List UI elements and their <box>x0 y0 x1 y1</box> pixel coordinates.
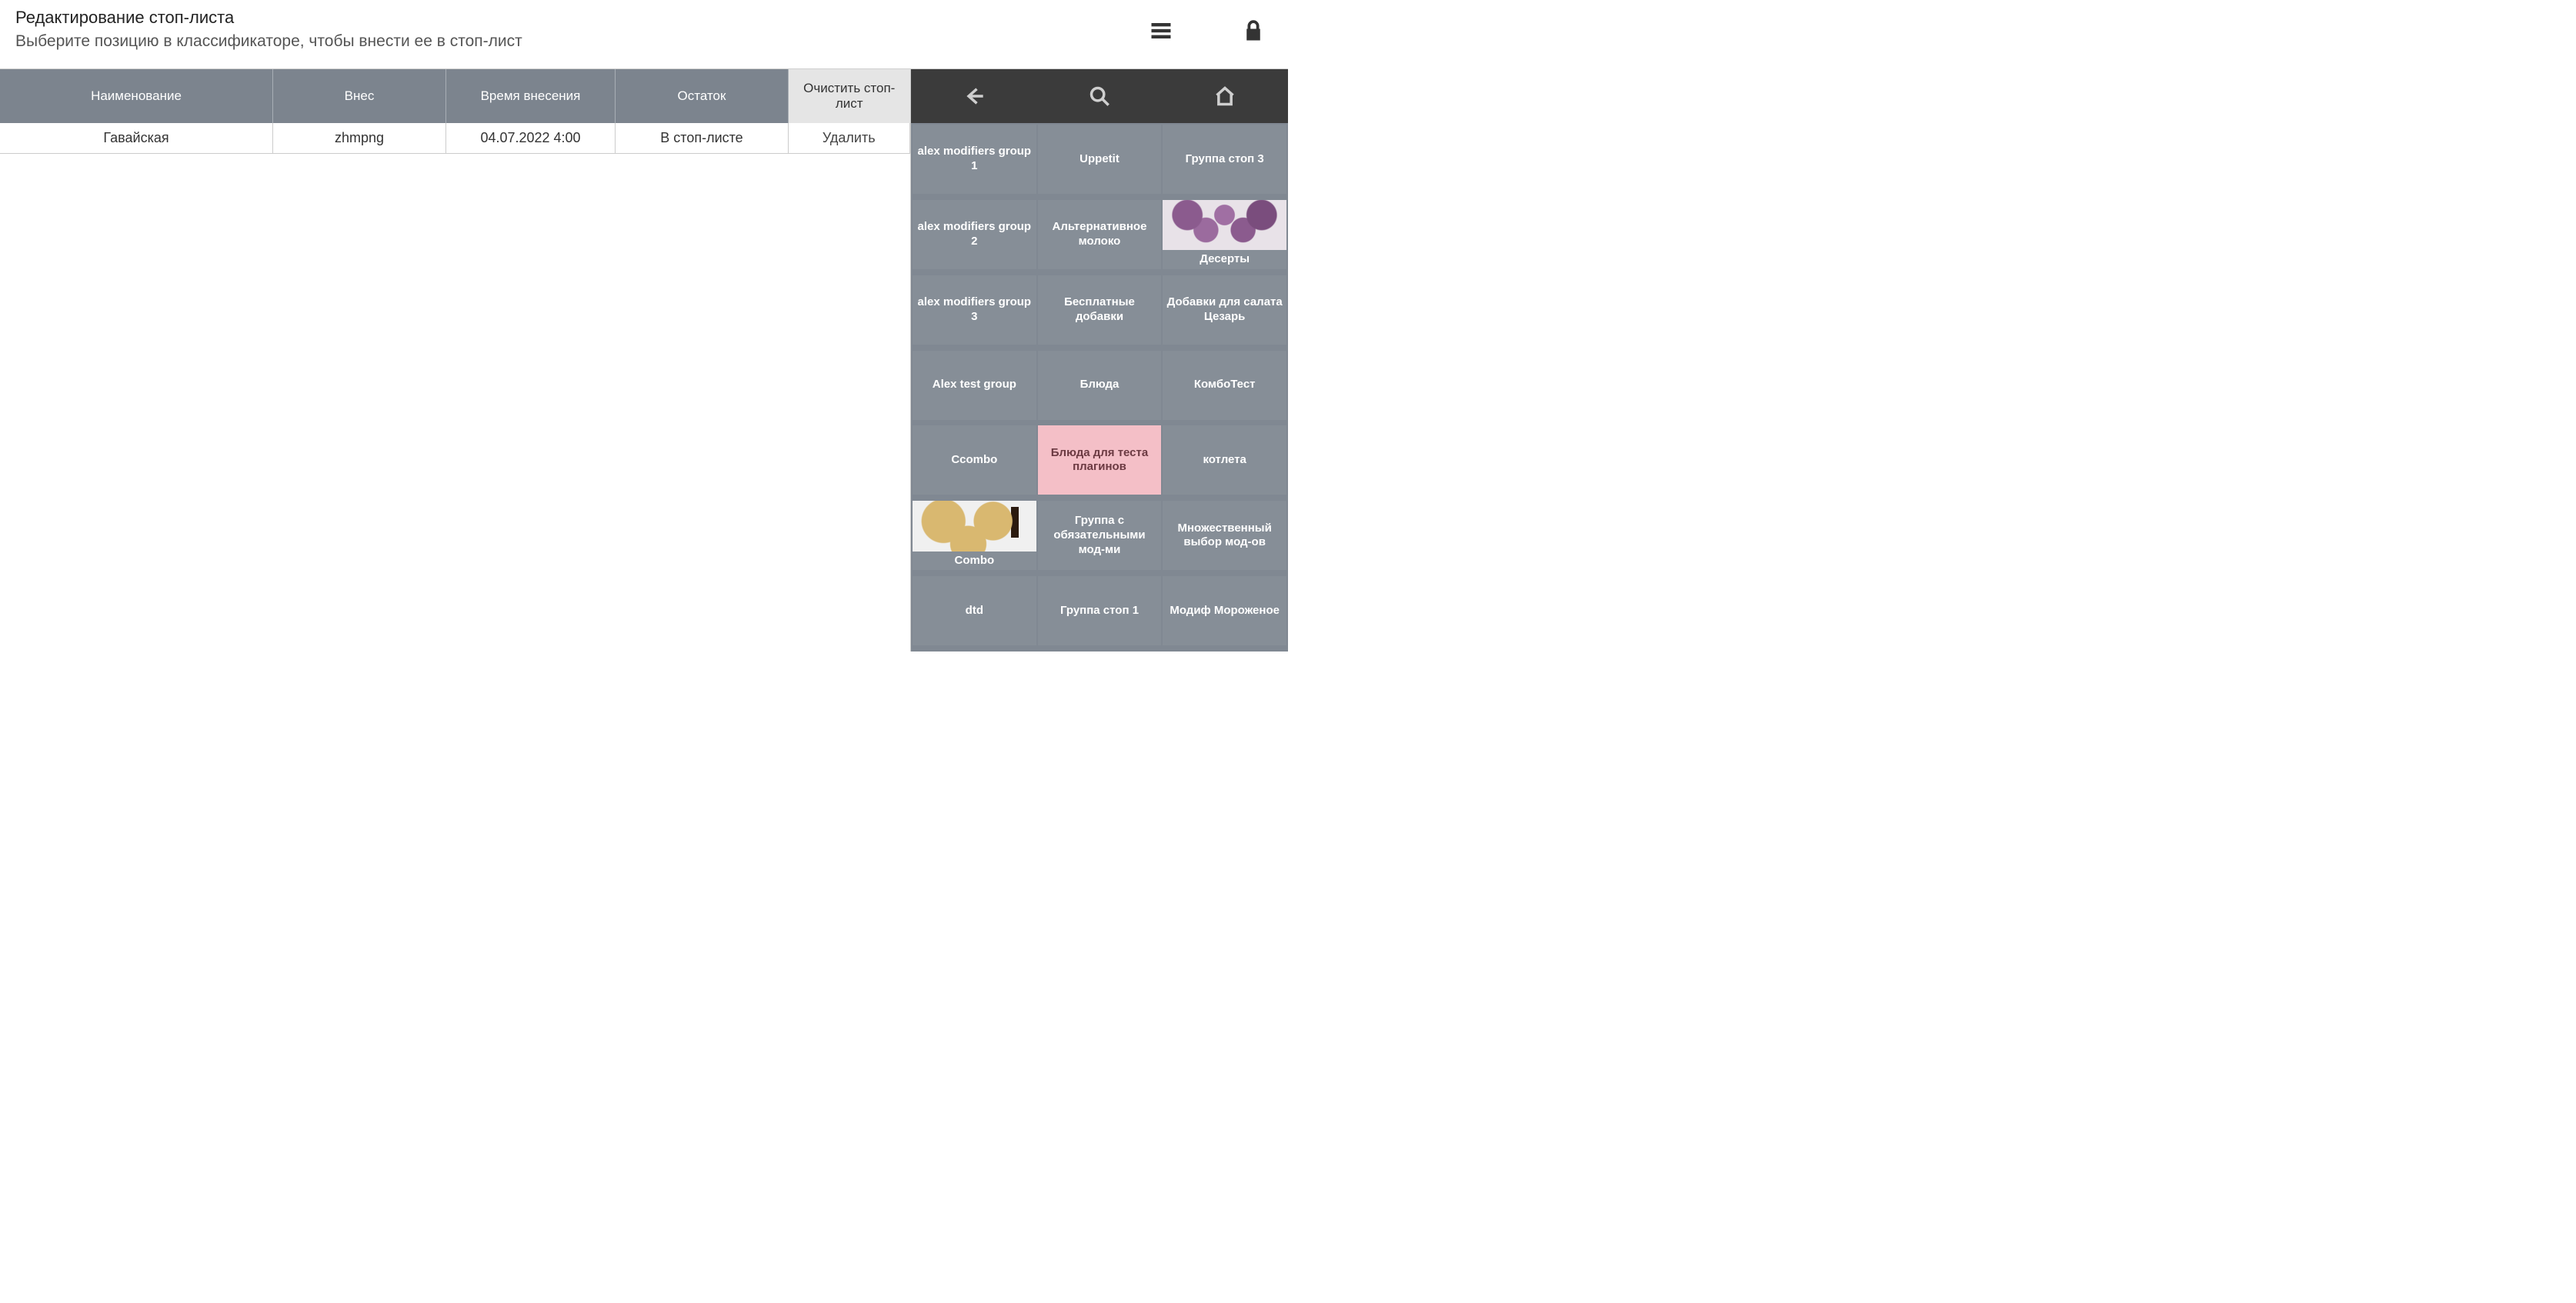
column-header-stock: Остаток <box>616 69 789 123</box>
category-item[interactable]: Uppetit <box>1038 125 1162 194</box>
search-icon[interactable] <box>1036 69 1162 123</box>
category-item[interactable]: Множественный выбор мод-ов <box>1163 501 1286 570</box>
category-label: Блюда <box>1080 378 1119 392</box>
category-item[interactable]: Бесплатные добавки <box>1038 275 1162 345</box>
page-title: Редактирование стоп-листа <box>15 8 522 28</box>
category-label: Группа стоп 1 <box>1060 604 1139 618</box>
category-panel: alex modifiers group 1 Uppetit Группа стоп… <box>911 69 1288 652</box>
delete-button[interactable]: Удалить <box>789 123 910 153</box>
category-label: Uppetit <box>1079 152 1119 167</box>
category-label: Группа с обязательными мод-ми <box>1042 514 1158 557</box>
category-label: Группа стоп 3 <box>1186 152 1264 167</box>
category-label: Десерты <box>1163 250 1286 269</box>
table-row: Гавайскаяzhmpng04.07.2022 4:00В стоп-лис… <box>0 123 910 154</box>
category-item[interactable]: Группа с обязательными мод-ми <box>1038 501 1162 570</box>
category-label: dtd <box>966 604 983 618</box>
lock-icon[interactable] <box>1238 15 1269 46</box>
page-header: Редактирование стоп-листа Выберите позиц… <box>0 0 1288 69</box>
cell-name: Гавайская <box>0 123 273 153</box>
category-item[interactable]: котлета <box>1163 425 1286 495</box>
category-label: alex modifiers group 3 <box>916 295 1033 325</box>
table-header-row: Наименование Внес Время внесения Остаток… <box>0 69 910 123</box>
category-label: Множественный выбор мод-ов <box>1166 522 1283 551</box>
category-item[interactable]: dtd <box>913 576 1036 645</box>
category-item[interactable]: Добавки для салата Цезарь <box>1163 275 1286 345</box>
category-item[interactable]: Блюда для теста плагинов <box>1038 425 1162 495</box>
category-item[interactable]: Альтернативное молоко <box>1038 200 1162 269</box>
category-nav-bar <box>911 69 1288 123</box>
column-header-user: Внес <box>273 69 446 123</box>
category-label: Combo <box>913 552 1036 571</box>
category-item[interactable]: Блюда <box>1038 351 1162 420</box>
cell-user: zhmpng <box>273 123 446 153</box>
category-item[interactable]: Alex test group <box>913 351 1036 420</box>
category-item[interactable]: Ccombo <box>913 425 1036 495</box>
column-header-time: Время внесения <box>446 69 616 123</box>
category-item[interactable]: alex modifiers group 2 <box>913 200 1036 269</box>
category-label: alex modifiers group 1 <box>916 145 1033 174</box>
category-item[interactable]: alex modifiers group 3 <box>913 275 1036 345</box>
category-item[interactable]: Десерты <box>1163 200 1286 269</box>
category-label: Бесплатные добавки <box>1042 295 1158 325</box>
category-item[interactable]: Группа стоп 3 <box>1163 125 1286 194</box>
category-item[interactable]: alex modifiers group 1 <box>913 125 1036 194</box>
clear-stop-list-button[interactable]: Очистить стоп-лист <box>789 69 910 123</box>
category-item[interactable]: Combo <box>913 501 1036 570</box>
column-header-name: Наименование <box>0 69 273 123</box>
category-item[interactable]: Модиф Мороженое <box>1163 576 1286 645</box>
category-label: Добавки для салата Цезарь <box>1166 295 1283 325</box>
category-label: alex modifiers group 2 <box>916 220 1033 249</box>
category-label: Альтернативное молоко <box>1042 220 1158 249</box>
category-item[interactable]: Группа стоп 1 <box>1038 576 1162 645</box>
cell-stock: В стоп-листе <box>616 123 789 153</box>
menu-icon[interactable] <box>1146 15 1176 46</box>
category-label: Модиф Мороженое <box>1170 604 1280 618</box>
dessert-image <box>1163 200 1286 250</box>
page-subtitle: Выберите позицию в классификаторе, чтобы… <box>15 32 522 51</box>
category-label: КомбоТест <box>1194 378 1256 392</box>
back-icon[interactable] <box>911 69 1036 123</box>
category-label: Alex test group <box>933 378 1016 392</box>
stop-list-table: Наименование Внес Время внесения Остаток… <box>0 69 911 652</box>
category-label: Ccombo <box>951 453 997 468</box>
combo-image <box>913 501 1036 551</box>
cell-time: 04.07.2022 4:00 <box>446 123 616 153</box>
home-icon[interactable] <box>1163 69 1288 123</box>
category-label: Блюда для теста плагинов <box>1042 446 1158 475</box>
category-item[interactable]: КомбоТест <box>1163 351 1286 420</box>
category-label: котлета <box>1203 453 1246 468</box>
